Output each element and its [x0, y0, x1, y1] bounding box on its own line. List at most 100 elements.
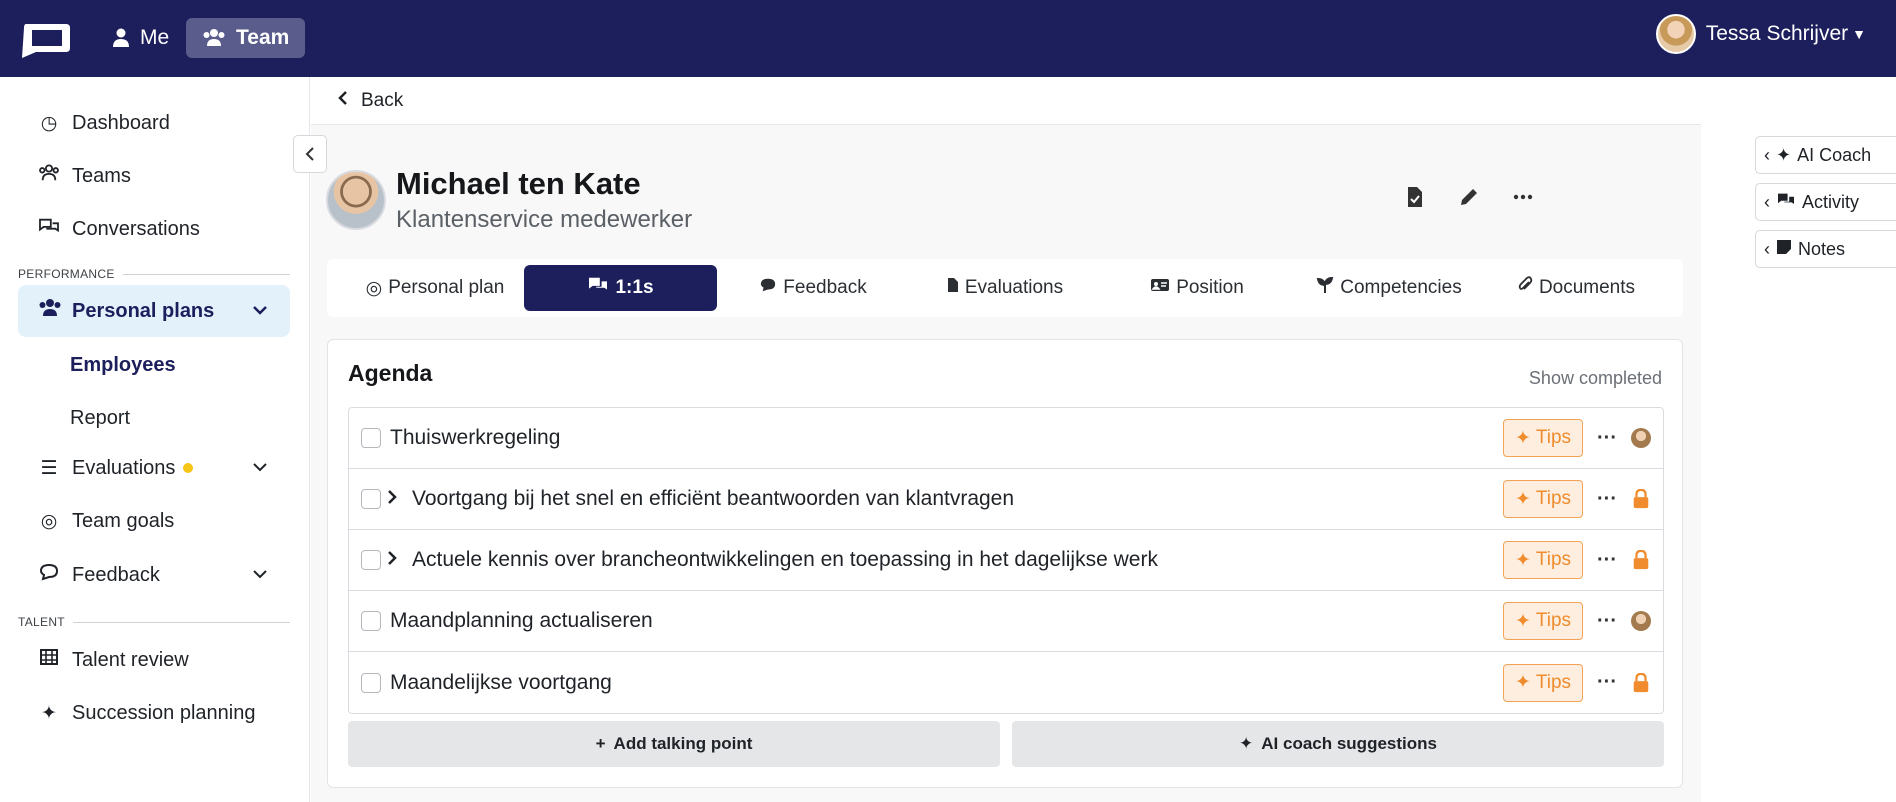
sidebar-item-dashboard[interactable]: ◷ Dashboard — [18, 97, 290, 149]
tab-label: 1:1s — [615, 277, 654, 298]
tab-competencies[interactable]: Competencies — [1293, 265, 1485, 311]
back-bar: Back — [311, 77, 1701, 125]
sidebar-item-label: Succession planning — [72, 701, 256, 724]
ellipsis-icon[interactable]: ··· — [1597, 671, 1617, 694]
pencil-icon[interactable] — [1457, 186, 1481, 214]
user-menu[interactable]: Tessa Schrijver ▼ — [1655, 14, 1866, 54]
side-panel-activity[interactable]: ‹ Activity — [1755, 183, 1896, 221]
top-bar: Me Team Tessa Schrijver ▼ — [0, 0, 1896, 77]
tab-personal-plan[interactable]: ◎ Personal plan — [345, 265, 525, 311]
tab-feedback[interactable]: Feedback — [717, 265, 909, 311]
agenda-item: Voortgang bij het snel en efficiënt bean… — [349, 469, 1663, 530]
sparkles-icon: ✦ — [1776, 144, 1792, 165]
lock-icon — [1633, 550, 1649, 570]
sidebar-item-talent-review[interactable]: Talent review — [18, 634, 290, 686]
sparkles-icon: ✦ — [1514, 488, 1531, 510]
agenda-item-text[interactable]: Maandplanning actualiseren — [390, 609, 653, 633]
chevron-right-icon[interactable] — [387, 550, 397, 571]
agenda-item-text[interactable]: Thuiswerkregeling — [390, 426, 560, 450]
agenda-item-checkbox[interactable] — [361, 672, 381, 693]
sidebar-item-label: Teams — [72, 164, 131, 187]
comments-icon — [38, 217, 60, 241]
users-icon — [38, 164, 60, 188]
nav-team-label: Team — [236, 26, 290, 49]
tab-position[interactable]: Position — [1101, 265, 1293, 311]
sidebar-item-personal-plans[interactable]: Personal plans — [18, 285, 290, 337]
tab-label: Competencies — [1340, 277, 1462, 298]
avatar — [1631, 611, 1651, 631]
agenda-card: Agenda Show completed Thuiswerkregeling … — [327, 339, 1683, 788]
sidebar-item-teams[interactable]: Teams — [18, 150, 290, 202]
collapse-sidebar-button[interactable] — [293, 135, 327, 173]
comments-icon — [1776, 192, 1796, 213]
avatar — [1655, 14, 1696, 54]
tips-label: Tips — [1535, 549, 1572, 570]
app-logo-icon[interactable] — [16, 18, 74, 60]
sidebar-item-feedback[interactable]: Feedback — [18, 549, 290, 601]
tab-1on1s[interactable]: 1:1s — [524, 265, 717, 311]
agenda-item-checkbox[interactable] — [361, 550, 381, 570]
file-check-icon[interactable] — [1403, 186, 1427, 214]
nav-me-button[interactable]: Me — [96, 18, 185, 58]
ellipsis-icon[interactable]: ··· — [1597, 549, 1617, 572]
sparkles-icon: ✦ — [1514, 427, 1531, 449]
agenda-item-text[interactable]: Actuele kennis over brancheontwikkelinge… — [412, 548, 1158, 572]
tips-button[interactable]: ✦ Tips — [1503, 541, 1583, 579]
ai-coach-suggestions-button[interactable]: ✦ AI coach suggestions — [1012, 721, 1664, 767]
tips-button[interactable]: ✦ Tips — [1503, 663, 1583, 702]
profile-avatar — [326, 170, 386, 230]
chevron-left-icon[interactable] — [337, 90, 349, 112]
tips-button[interactable]: ✦ Tips — [1503, 602, 1583, 640]
side-panel-ai-coach[interactable]: ‹ ✦ AI Coach — [1755, 136, 1896, 174]
tips-label: Tips — [1535, 427, 1572, 448]
list-icon: ☰ — [40, 457, 58, 479]
sidebar-item-conversations[interactable]: Conversations — [18, 203, 290, 255]
agenda-item-text[interactable]: Maandelijkse voortgang — [390, 671, 612, 695]
side-panel-label: Activity — [1802, 191, 1860, 212]
tips-button[interactable]: ✦ Tips — [1503, 480, 1583, 518]
tab-label: Feedback — [783, 277, 867, 298]
plus-icon: + — [595, 734, 606, 753]
sidebar-subitem-report[interactable]: Report — [70, 407, 130, 430]
tips-button[interactable]: ✦ Tips — [1503, 419, 1583, 457]
sidebar-item-team-goals[interactable]: ◎ Team goals — [18, 495, 290, 547]
tab-documents[interactable]: Documents — [1485, 265, 1667, 311]
nav-team-button[interactable]: Team — [186, 18, 306, 58]
sidebar-item-label: Team goals — [72, 509, 175, 532]
side-panel-notes[interactable]: ‹ Notes — [1755, 230, 1896, 268]
agenda-item-checkbox[interactable] — [361, 611, 381, 631]
target-icon: ◎ — [40, 510, 58, 532]
sidebar-subitem-employees[interactable]: Employees — [70, 354, 176, 377]
profile-name: Michael ten Kate — [396, 166, 641, 201]
sidebar-item-succession-planning[interactable]: ✦ Succession planning — [18, 687, 290, 739]
target-icon: ◎ — [365, 277, 383, 299]
sidebar: ◷ Dashboard Teams Conversations PERFORMA… — [0, 77, 310, 802]
chevron-right-icon[interactable] — [387, 489, 397, 510]
ellipsis-icon[interactable]: ··· — [1597, 610, 1617, 633]
agenda-item-checkbox[interactable] — [361, 428, 381, 448]
sidebar-item-evaluations[interactable]: ☰ Evaluations — [18, 442, 290, 494]
agenda-item-text[interactable]: Voortgang bij het snel en efficiënt bean… — [412, 487, 1014, 511]
tab-label: Documents — [1538, 277, 1636, 298]
back-link[interactable]: Back — [361, 90, 403, 112]
sidebar-item-label: Personal plans — [72, 299, 215, 322]
tips-label: Tips — [1535, 610, 1572, 631]
paperclip-icon — [1517, 276, 1533, 300]
tab-label: Personal plan — [388, 277, 505, 298]
agenda-item-checkbox[interactable] — [361, 489, 381, 509]
add-talking-point-button[interactable]: + Add talking point — [348, 721, 1000, 767]
section-label: PERFORMANCE — [18, 267, 115, 281]
ellipsis-icon[interactable]: ··· — [1597, 427, 1617, 450]
sparkles-icon: ✦ — [1514, 610, 1531, 632]
show-completed-link[interactable]: Show completed — [1529, 368, 1662, 389]
nav-me-label: Me — [140, 26, 170, 49]
profile-tabs: ◎ Personal plan 1:1s Feedback Evaluation… — [327, 259, 1683, 317]
ellipsis-icon[interactable]: ··· — [1597, 488, 1617, 511]
tab-evaluations[interactable]: Evaluations — [909, 265, 1101, 311]
agenda-title: Agenda — [348, 360, 433, 386]
caret-down-icon: ▼ — [1852, 26, 1866, 42]
ellipsis-icon[interactable] — [1511, 186, 1535, 214]
button-label: AI coach suggestions — [1261, 734, 1437, 753]
agenda-item: Maandelijkse voortgang ✦ Tips ··· — [349, 652, 1663, 713]
lock-icon — [1633, 489, 1649, 509]
